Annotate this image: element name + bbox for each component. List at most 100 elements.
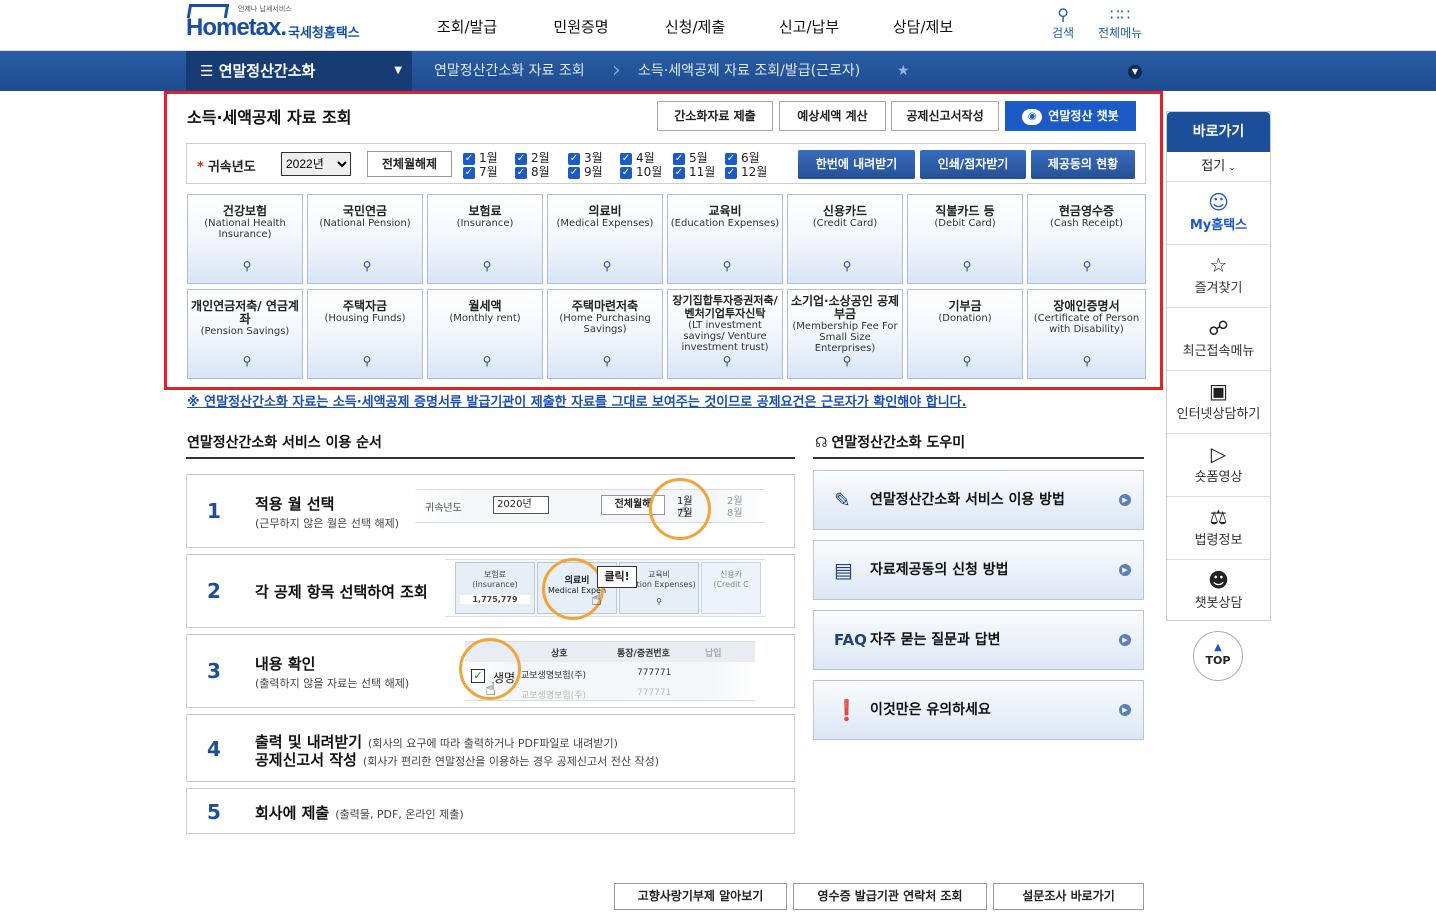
step-desc: (근무하지 않은 월은 선택 해제) bbox=[255, 517, 400, 530]
deselect-all-months-button[interactable]: 전체월해제 bbox=[367, 151, 452, 177]
month-label: 3월 bbox=[584, 151, 603, 165]
help-consent-guide[interactable]: ▤ 자료제공동의 신청 방법 ▶ bbox=[813, 540, 1144, 600]
tile-health-insurance[interactable]: 건강보험 (National Health Insurance) ⚲ bbox=[187, 194, 303, 284]
helper-title-text: 연말정산간소화 도우미 bbox=[831, 435, 966, 451]
helper-title-divider bbox=[813, 457, 1144, 459]
tile-subtitle: (National Pension) bbox=[319, 218, 411, 229]
gavel-icon: ⚖ bbox=[1209, 505, 1228, 529]
tile-home-purchasing-savings[interactable]: 주택마련저축 (Home Purchasing Savings) ⚲ bbox=[547, 289, 663, 379]
month-checkbox-10[interactable]: ✓ 10월 bbox=[620, 166, 662, 179]
gnb-item-report[interactable]: 신고/납부 bbox=[752, 0, 866, 51]
quick-label: My홈택스 bbox=[1189, 218, 1248, 233]
month-checkbox-3[interactable]: ✓ 3월 bbox=[568, 152, 603, 165]
month-checkbox-12[interactable]: ✓ 12월 bbox=[725, 166, 767, 179]
tile-monthly-rent[interactable]: 월세액 (Monthly rent) ⚲ bbox=[427, 289, 543, 379]
print-braille-button[interactable]: 인쇄/점자받기 bbox=[920, 150, 1026, 179]
submit-simplified-data-button[interactable]: 간소화자료 제출 bbox=[657, 101, 773, 131]
tile-national-pension[interactable]: 국민연금 (National Pension) ⚲ bbox=[307, 194, 423, 284]
step-title-2: 공제신고서 작성 (회사가 편리한 연말정산을 이용하는 경우 공제신고서 전산 … bbox=[255, 749, 659, 770]
survey-button[interactable]: 설문조사 바로가기 bbox=[993, 883, 1144, 910]
tile-insurance[interactable]: 보험료 (Insurance) ⚲ bbox=[427, 194, 543, 284]
help-caution[interactable]: ❗ 이것만은 유의하세요 ▶ bbox=[813, 680, 1144, 740]
favorite-star-icon[interactable]: ★ bbox=[897, 51, 910, 91]
tile-donation[interactable]: 기부금 (Donation) ⚲ bbox=[907, 289, 1023, 379]
current-menu-label: 연말정산간소화 bbox=[218, 62, 316, 80]
year-select[interactable]: 2022년 bbox=[281, 152, 351, 176]
quick-favorites[interactable]: ☆ 즐겨찾기 bbox=[1167, 245, 1270, 308]
quick-label: 인터넷상담하기 bbox=[1176, 407, 1261, 422]
tile-subtitle: (Medical Expenses) bbox=[556, 218, 654, 229]
quick-online-consult[interactable]: ▣ 인터넷상담하기 bbox=[1167, 371, 1270, 434]
arrow-circle-icon: ▶ bbox=[1119, 704, 1131, 716]
check-icon: ✓ bbox=[725, 166, 737, 179]
download-all-button[interactable]: 한번에 내려받기 bbox=[798, 150, 915, 179]
help-label: 이것만은 유의하세요 bbox=[870, 702, 991, 718]
gnb-item-certificate[interactable]: 민원증명 bbox=[524, 0, 638, 51]
scroll-top-button[interactable]: ▲ TOP bbox=[1193, 631, 1243, 681]
deduction-form-button[interactable]: 공제신고서작성 bbox=[891, 101, 999, 131]
chatbot-button[interactable]: ◉ 연말정산 챗봇 bbox=[1005, 101, 1136, 131]
tile-subtitle: (Home Purchasing Savings) bbox=[559, 313, 651, 335]
all-menu-button[interactable]: ∷∷ 전체메뉴 bbox=[1098, 6, 1142, 41]
tile-title: 장애인증명서 bbox=[1053, 299, 1120, 313]
mock-col-name: 상호 bbox=[551, 649, 568, 659]
tile-medical-expenses[interactable]: 의료비 (Medical Expenses) ⚲ bbox=[547, 194, 663, 284]
fold-toggle[interactable]: 접기 ⌄ bbox=[1167, 152, 1270, 182]
step-3: 3 내용 확인 (출력하지 않을 자료는 선택 해제) 상호 통장/증권번호 납… bbox=[186, 634, 795, 708]
gnb-item-consult[interactable]: 상담/제보 bbox=[866, 0, 980, 51]
magnifier-icon: ⚲ bbox=[722, 354, 732, 368]
consent-status-button[interactable]: 제공동의 현황 bbox=[1031, 150, 1135, 179]
month-label: 7월 bbox=[479, 165, 498, 179]
tile-lt-investment-savings[interactable]: 장기집합투자증권저축/ 벤처기업투자신탁 (LT investment savin… bbox=[667, 289, 783, 379]
search-icon: ⚲ bbox=[1057, 5, 1069, 24]
hometax-logo[interactable]: 언제나 납세서비스 Hometax. 국세청홈택스 bbox=[186, 4, 376, 46]
tile-housing-funds[interactable]: 주택자금 (Housing Funds) ⚲ bbox=[307, 289, 423, 379]
check-icon: ✓ bbox=[471, 669, 485, 683]
step-1: 1 적용 월 선택 (근무하지 않은 월은 선택 해제) 귀속년도 2020년 … bbox=[186, 474, 795, 548]
issuer-contact-button[interactable]: 영수증 발급기관 연락처 조회 bbox=[793, 883, 987, 910]
notice-link[interactable]: ※ 연말정산간소화 자료는 소득·세액공제 증명서류 발급기관이 제출한 자료를… bbox=[187, 391, 967, 410]
tile-education-expenses[interactable]: 교육비 (Education Expenses) ⚲ bbox=[667, 194, 783, 284]
month-checkbox-11[interactable]: ✓ 11월 bbox=[673, 166, 715, 179]
month-checkbox-9[interactable]: ✓ 9월 bbox=[568, 166, 603, 179]
tile-credit-card[interactable]: 신용카드 (Credit Card) ⚲ bbox=[787, 194, 903, 284]
tile-cash-receipt[interactable]: 현금영수증 (Cash Receipt) ⚲ bbox=[1027, 194, 1146, 284]
month-checkbox-4[interactable]: ✓ 4월 bbox=[620, 152, 655, 165]
expand-circle-icon[interactable]: ▼ bbox=[1128, 65, 1142, 79]
help-usage-guide[interactable]: ✎ 연말정산간소화 서비스 이용 방법 ▶ bbox=[813, 470, 1144, 530]
tile-small-business-fund[interactable]: 소기업·소상공인 공제부금 (Membership Fee For Small S… bbox=[787, 289, 903, 379]
month-checkbox-7[interactable]: ✓ 7월 bbox=[463, 166, 498, 179]
month-checkbox-8[interactable]: ✓ 8월 bbox=[515, 166, 550, 179]
month-checkbox-1[interactable]: ✓ 1월 bbox=[463, 152, 498, 165]
mock-row-name: 교보생명보험(주) bbox=[521, 691, 586, 701]
breadcrumb-level1[interactable]: 연말정산간소화 자료 조회 bbox=[434, 51, 585, 91]
search-button[interactable]: ⚲ 검색 bbox=[1052, 6, 1074, 41]
magnifier-icon: ⚲ bbox=[842, 354, 852, 368]
breadcrumb-level2[interactable]: 소득·세액공제 자료 조회/발급(근로자) bbox=[638, 51, 860, 91]
month-checkbox-5[interactable]: ✓ 5월 bbox=[673, 152, 708, 165]
estimate-tax-button[interactable]: 예상세액 계산 bbox=[779, 101, 886, 131]
tile-subtitle: (Certificate of Person with Disability) bbox=[1033, 313, 1140, 335]
step-number: 2 bbox=[207, 579, 221, 603]
tile-subtitle: (Insurance) bbox=[456, 218, 514, 229]
step1-illustration: 귀속년도 2020년 전체월해 1월 7월 2월 8월 bbox=[415, 489, 765, 523]
filter-bar: * 귀속년도 2022년 전체월해제 ✓ 1월 ✓ 7월 ✓ 2월 ✓ 8월 ✓ 3월 ✓ 9… bbox=[186, 143, 1146, 184]
tile-debit-card[interactable]: 직불카드 등 (Debit Card) ⚲ bbox=[907, 194, 1023, 284]
mock-row-value: 777771 bbox=[637, 668, 672, 678]
tile-pension-savings[interactable]: 개인연금저축/ 연금계좌 (Pension Savings) ⚲ bbox=[187, 289, 303, 379]
quick-recent-menu[interactable]: ☍ 최근접속메뉴 bbox=[1167, 308, 1270, 371]
hand-cursor-icon: ☝ bbox=[677, 501, 688, 522]
quick-chatbot[interactable]: ☻ 챗봇상담 bbox=[1167, 560, 1270, 623]
month-checkbox-6[interactable]: ✓ 6월 bbox=[725, 152, 760, 165]
month-checkbox-2[interactable]: ✓ 2월 bbox=[515, 152, 550, 165]
quick-shortform-video[interactable]: ▷ 숏폼영상 bbox=[1167, 434, 1270, 497]
menu-dropdown[interactable]: ☰ 연말정산간소화 ▼ bbox=[186, 51, 412, 91]
hometown-donation-button[interactable]: 고향사랑기부제 알아보기 bbox=[614, 883, 787, 910]
gnb-item-apply[interactable]: 신청/제출 bbox=[638, 0, 752, 51]
gnb-item-lookup[interactable]: 조회/발급 bbox=[410, 0, 524, 51]
tile-disability-certificate[interactable]: 장애인증명서 (Certificate of Person with Disabi… bbox=[1027, 289, 1146, 379]
help-faq[interactable]: FAQ 자주 묻는 질문과 답변 ▶ bbox=[813, 610, 1144, 670]
quick-law-info[interactable]: ⚖ 법령정보 bbox=[1167, 497, 1270, 560]
quick-my-hometax[interactable]: ☺ My홈택스 bbox=[1167, 182, 1270, 245]
help-label: 자주 묻는 질문과 답변 bbox=[870, 632, 1001, 648]
